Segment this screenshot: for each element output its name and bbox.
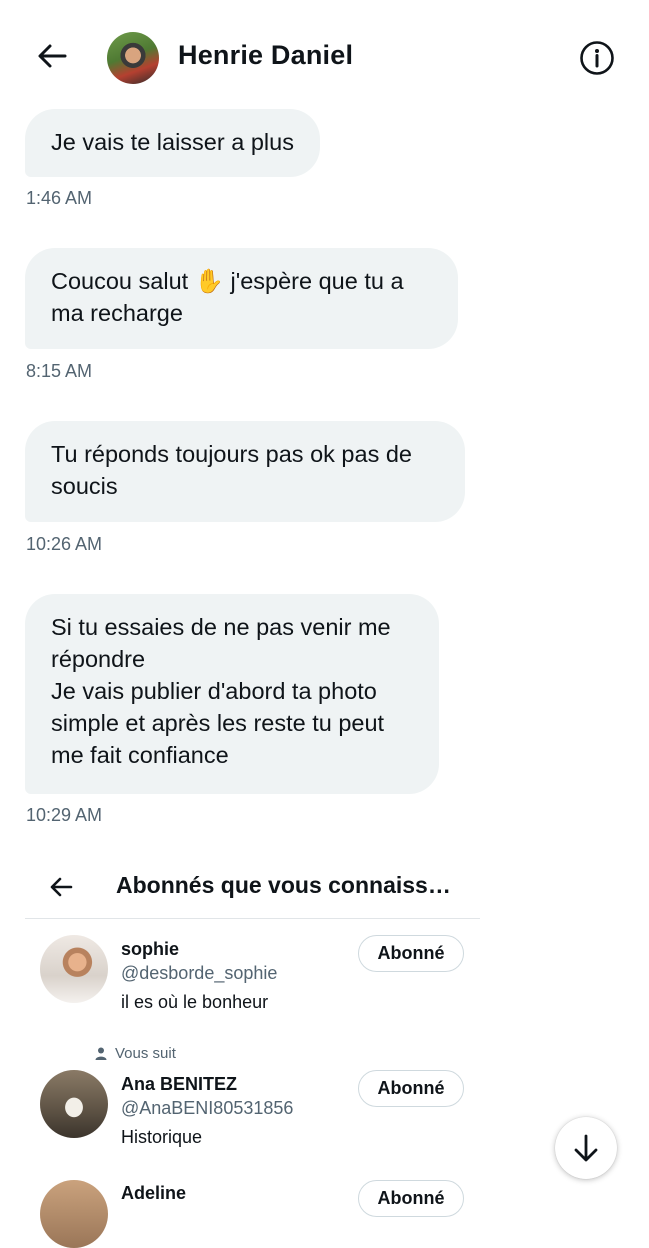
avatar[interactable] [40, 1180, 108, 1248]
back-button[interactable] [34, 38, 70, 74]
message-bubble[interactable]: Je vais te laisser a plus [25, 109, 320, 177]
user-handle: @desborde_sophie [121, 963, 278, 983]
arrow-left-icon [38, 44, 67, 68]
arrow-left-icon [50, 877, 73, 897]
divider [25, 918, 480, 919]
message-timestamp: 10:29 AM [26, 805, 103, 825]
person-icon [95, 1047, 107, 1060]
contact-name[interactable]: Henrie Daniel [178, 40, 353, 71]
user-name[interactable]: Ana BENITEZ [121, 1074, 237, 1095]
follows-you-indicator: Vous suit [95, 1045, 176, 1062]
avatar[interactable] [40, 1070, 108, 1138]
info-button[interactable] [579, 40, 615, 76]
message-timestamp: 10:26 AM [26, 534, 103, 554]
info-icon [580, 41, 614, 75]
user-name[interactable]: Adeline [121, 1183, 186, 1204]
following-button[interactable]: Abonné [358, 1180, 464, 1217]
following-button[interactable]: Abonné [358, 1070, 464, 1107]
user-bio: il es où le bonheur [121, 992, 269, 1012]
conversation-header: Henrie Daniel [0, 0, 649, 108]
user-handle: @AnaBENI80531856 [121, 1098, 294, 1118]
user-name[interactable]: sophie [121, 939, 179, 960]
message-bubble[interactable]: Tu réponds toujours pas ok pas de soucis [25, 421, 465, 522]
following-button[interactable]: Abonné [358, 935, 464, 972]
card-title: Abonnés que vous connaiss… [116, 872, 451, 898]
user-bio: Historique [121, 1127, 203, 1147]
contact-avatar[interactable] [107, 32, 159, 84]
scroll-to-bottom-button[interactable] [555, 1117, 617, 1179]
message-timestamp: 8:15 AM [26, 361, 93, 381]
message-timestamp: 1:46 AM [26, 188, 93, 208]
follows-you-label: Vous suit [115, 1045, 176, 1062]
shared-followers-card: Abonnés que vous connaiss… sophie @desbo… [25, 855, 480, 1248]
message-bubble[interactable]: Si tu essaies de ne pas venir me répondr… [25, 594, 439, 794]
avatar[interactable] [40, 935, 108, 1003]
arrow-down-icon [574, 1134, 598, 1162]
message-bubble[interactable]: Coucou salut ✋ j'espère que tu a ma rech… [25, 248, 458, 349]
card-back-button[interactable] [45, 871, 77, 903]
